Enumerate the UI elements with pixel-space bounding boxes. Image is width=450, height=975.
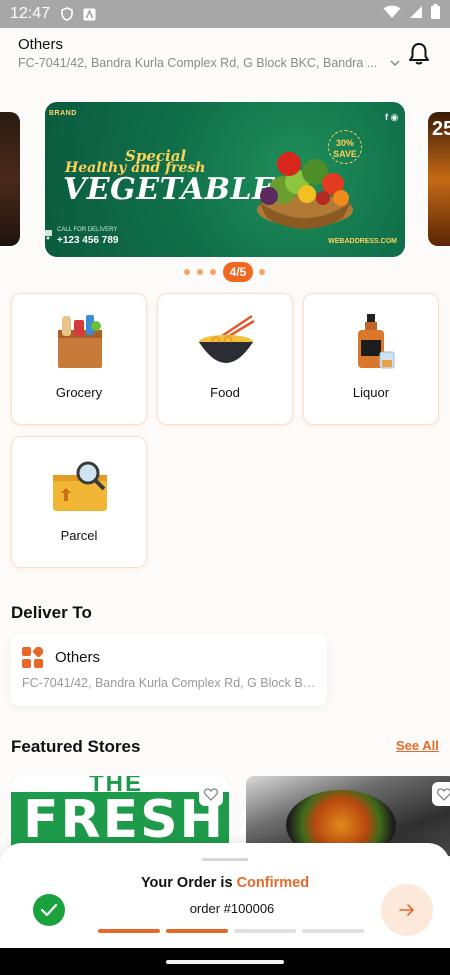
- deliver-to-address: FC-7041/42, Bandra Kurla Complex Rd, G B…: [22, 676, 318, 690]
- deliver-to-title: Others: [55, 649, 101, 666]
- order-status-value: Confirmed: [236, 875, 310, 891]
- banner-social: f ◉: [385, 112, 399, 122]
- home-gesture-handle[interactable]: [166, 960, 284, 964]
- carousel-dot[interactable]: [210, 269, 216, 275]
- noodle-bowl-icon: [199, 314, 255, 363]
- store-logo-fresh: FRESH: [23, 790, 226, 850]
- order-progress-step-4: [302, 929, 364, 933]
- carousel-slide-previous[interactable]: [0, 112, 20, 246]
- banner-website: WEBADDRESS.COM: [328, 238, 397, 245]
- cellular-signal-icon: [409, 5, 423, 24]
- carousel-slide-next[interactable]: 25: [428, 112, 450, 246]
- order-status-prefix: Your Order is: [140, 875, 237, 891]
- status-bar: 12:47: [0, 0, 450, 28]
- location-address[interactable]: FC-7041/42, Bandra Kurla Complex Rd, G B…: [18, 56, 380, 70]
- carousel-active-indicator: 4/5: [223, 262, 253, 282]
- liquor-bottle-icon: [358, 314, 395, 369]
- favorite-heart-icon[interactable]: [432, 782, 450, 806]
- order-details-button[interactable]: [381, 884, 433, 936]
- carousel-dot[interactable]: [197, 269, 203, 275]
- sheet-drag-handle[interactable]: [202, 858, 248, 861]
- carousel-dot[interactable]: [184, 269, 190, 275]
- carousel-indicator: 4/5: [0, 262, 450, 282]
- arrow-right-icon: [399, 904, 414, 916]
- category-label: Liquor: [352, 385, 390, 400]
- category-label: Food: [210, 385, 240, 400]
- promo-carousel[interactable]: BRAND Special Healthy and fresh VEGETABL…: [0, 100, 450, 260]
- banner-call-label: CALL FOR DELIVERY: [57, 227, 118, 233]
- chevron-down-icon[interactable]: [388, 56, 402, 70]
- delivery-truck-icon: [45, 230, 52, 240]
- favorite-heart-icon[interactable]: [199, 782, 223, 806]
- order-progress-step-3: [234, 929, 296, 933]
- grocery-bag-icon: [58, 315, 102, 368]
- category-label: Grocery: [55, 385, 103, 400]
- order-status-text: Your Order is Confirmed: [0, 875, 450, 891]
- banner-brand: BRAND: [49, 110, 77, 117]
- banner-headline: VEGETABLE: [63, 172, 276, 207]
- category-card-liquor[interactable]: Liquor: [303, 293, 439, 425]
- shield-icon: [60, 7, 74, 21]
- location-header[interactable]: Others FC-7041/42, Bandra Kurla Complex …: [0, 28, 450, 92]
- wifi-icon: [383, 5, 401, 24]
- parcel-box-icon: [53, 461, 107, 511]
- banner-phone: +123 456 789: [57, 235, 119, 246]
- order-progress-step-1: [98, 929, 160, 933]
- carousel-dot[interactable]: [259, 269, 265, 275]
- carousel-slide-vegetable[interactable]: BRAND Special Healthy and fresh VEGETABL…: [45, 102, 405, 257]
- location-title[interactable]: Others: [18, 36, 63, 53]
- battery-icon: [431, 4, 440, 24]
- category-card-food[interactable]: Food: [157, 293, 293, 425]
- category-label: Parcel: [60, 528, 98, 543]
- deliver-to-heading: Deliver To: [11, 603, 92, 622]
- order-status-sheet[interactable]: Your Order is Confirmed order #100006: [0, 843, 450, 948]
- bell-icon[interactable]: [405, 40, 433, 68]
- order-progress-step-2: [166, 929, 228, 933]
- address-grid-icon: [22, 647, 43, 668]
- category-card-parcel[interactable]: Parcel: [11, 436, 147, 568]
- category-card-grocery[interactable]: Grocery: [11, 293, 147, 425]
- featured-stores-heading: Featured Stores: [11, 737, 141, 756]
- status-time: 12:47: [10, 5, 51, 22]
- system-navigation-bar: [0, 948, 450, 975]
- see-all-link[interactable]: See All: [396, 738, 439, 753]
- vegetable-basket-image: [257, 152, 353, 229]
- app-notification-icon: [82, 7, 96, 21]
- deliver-to-card[interactable]: Others FC-7041/42, Bandra Kurla Complex …: [11, 634, 327, 706]
